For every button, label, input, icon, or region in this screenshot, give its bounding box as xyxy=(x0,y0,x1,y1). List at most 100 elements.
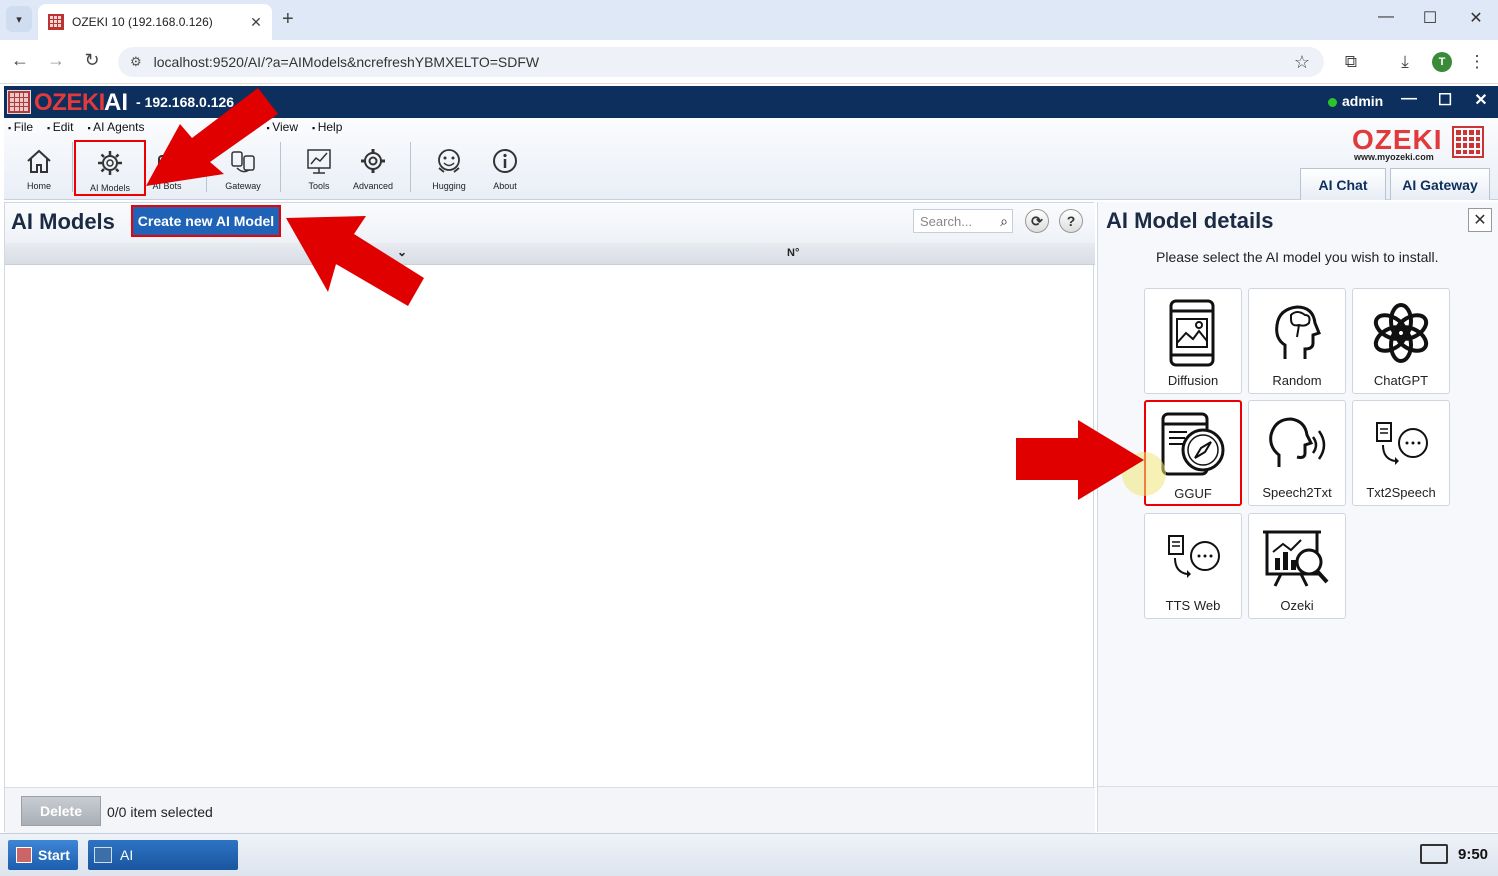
menu-ai-agents[interactable]: AI Agents xyxy=(87,120,144,134)
diffusion-icon xyxy=(1169,299,1215,367)
model-card-random[interactable]: Random xyxy=(1248,288,1346,394)
tab-search-button[interactable]: ▾ xyxy=(6,6,32,32)
model-card-speech2txt[interactable]: Speech2Txt xyxy=(1248,400,1346,506)
about-label: About xyxy=(493,181,517,191)
start-grid-icon xyxy=(16,847,32,863)
txt2speech-icon xyxy=(1376,422,1428,465)
back-icon[interactable]: ← xyxy=(8,50,32,71)
info-icon xyxy=(493,149,517,173)
menu-file[interactable]: File xyxy=(8,120,33,134)
tts-web-icon xyxy=(1168,535,1220,578)
ai-models-footer: Delete 0/0 item selected xyxy=(5,787,1095,833)
ozeki-favicon-icon xyxy=(48,14,64,30)
tab-ai-chat[interactable]: AI Chat xyxy=(1300,168,1386,200)
model-card-ozeki[interactable]: Ozeki xyxy=(1248,513,1346,619)
tools-label: Tools xyxy=(308,181,330,191)
advanced-label: Advanced xyxy=(352,181,394,191)
delete-button[interactable]: Delete xyxy=(21,796,101,826)
tools-chart-icon xyxy=(307,149,331,174)
gguf-compass-icon xyxy=(1161,412,1225,476)
hugging-button[interactable]: Hugging xyxy=(418,140,480,196)
forward-icon[interactable]: → xyxy=(44,50,68,71)
app-maximize-icon[interactable]: ☐ xyxy=(1434,90,1456,110)
ai-models-label: AI Models xyxy=(89,183,131,193)
tab-close-icon[interactable]: ✕ xyxy=(246,14,266,31)
annotation-arrow-create xyxy=(286,216,424,306)
taskbar-ai-item[interactable]: AI xyxy=(88,840,238,870)
close-details-icon[interactable]: ✕ xyxy=(1468,208,1492,232)
user-name[interactable]: admin xyxy=(1342,93,1383,109)
menu-edit[interactable]: Edit xyxy=(47,120,74,134)
ai-window-icon xyxy=(94,847,112,863)
chatgpt-logo-icon xyxy=(1373,303,1429,363)
model-card-diffusion[interactable]: Diffusion xyxy=(1144,288,1242,394)
url-text: localhost:9520/AI/?a=AIModels&ncrefreshY… xyxy=(153,54,540,70)
maximize-icon[interactable]: ☐ xyxy=(1420,8,1440,28)
hugging-label: Hugging xyxy=(432,181,466,191)
about-button[interactable]: About xyxy=(474,140,536,196)
column-number[interactable]: N° xyxy=(787,247,799,259)
ozeki-logo-url: www.myozeki.com xyxy=(1354,152,1434,162)
hugging-face-icon xyxy=(438,149,460,173)
keyboard-icon[interactable] xyxy=(1420,844,1448,864)
profile-avatar[interactable]: T xyxy=(1432,52,1452,72)
card-label: Diffusion xyxy=(1167,373,1219,388)
start-button[interactable]: Start xyxy=(8,840,78,870)
product-name: AI xyxy=(104,89,128,116)
ozeki-grid-icon xyxy=(1452,126,1484,158)
search-icon[interactable]: ⌕ xyxy=(1000,213,1008,230)
download-icon[interactable]: ⤓ xyxy=(1394,52,1416,72)
create-new-ai-model-button[interactable]: Create new AI Model xyxy=(131,205,281,237)
details-footer xyxy=(1098,786,1498,832)
card-label: ChatGPT xyxy=(1373,373,1429,388)
browser-tab[interactable]: OZEKI 10 (192.168.0.126) ✕ xyxy=(38,4,272,40)
home-button[interactable]: Home xyxy=(8,140,70,196)
details-title: AI Model details xyxy=(1106,208,1274,233)
card-label: Speech2Txt xyxy=(1262,485,1332,500)
refresh-icon[interactable]: ⟳ xyxy=(1025,209,1049,233)
app-minimize-icon[interactable]: — xyxy=(1398,90,1420,108)
new-tab-icon[interactable]: + xyxy=(282,8,294,31)
advanced-button[interactable]: Advanced xyxy=(342,140,404,196)
app-close-icon[interactable]: ✕ xyxy=(1470,90,1492,110)
ai-model-details-panel: AI Model details ✕ Please select the AI … xyxy=(1097,202,1498,832)
annotation-arrow-ai-models xyxy=(146,88,278,186)
address-bar: ← → ↻ ⚙ localhost:9520/AI/?a=AIModels&nc… xyxy=(0,40,1498,84)
minimize-icon[interactable]: — xyxy=(1376,8,1396,26)
site-settings-icon[interactable]: ⚙ xyxy=(130,54,142,70)
close-window-icon[interactable]: ✕ xyxy=(1466,8,1486,28)
random-head-icon xyxy=(1275,305,1321,359)
model-card-chatgpt[interactable]: ChatGPT xyxy=(1352,288,1450,394)
search-input[interactable]: Search... ⌕ xyxy=(913,209,1013,233)
toolbar-divider xyxy=(72,142,73,192)
model-card-tts-web[interactable]: TTS Web xyxy=(1144,513,1242,619)
advanced-gear-icon xyxy=(361,149,385,173)
extensions-icon[interactable]: ⧉ xyxy=(1340,52,1362,72)
annotation-arrow-gguf xyxy=(1016,420,1144,500)
menu-help[interactable]: Help xyxy=(312,120,343,134)
tab-ai-gateway[interactable]: AI Gateway xyxy=(1390,168,1490,200)
url-input[interactable]: ⚙ localhost:9520/AI/?a=AIModels&ncrefres… xyxy=(118,47,1324,77)
page-title: AI Models xyxy=(11,209,115,234)
brand-name: OZEKI xyxy=(34,89,105,116)
ozeki-analytics-icon xyxy=(1263,530,1329,587)
card-label: TTS Web xyxy=(1165,598,1221,613)
tools-button[interactable]: Tools xyxy=(288,140,350,196)
search-placeholder: Search... xyxy=(920,213,973,229)
ai-models-header: AI Models Create new AI Model Search... … xyxy=(5,203,1095,243)
home-icon xyxy=(27,149,51,173)
taskbar-ai-label: AI xyxy=(120,847,134,863)
bookmark-star-icon[interactable]: ☆ xyxy=(1294,52,1310,73)
reload-icon[interactable]: ↻ xyxy=(80,50,104,71)
card-label: Random xyxy=(1272,373,1322,388)
browser-menu-icon[interactable]: ⋮ xyxy=(1466,52,1488,72)
help-icon[interactable]: ? xyxy=(1059,209,1083,233)
ai-models-panel: AI Models Create new AI Model Search... … xyxy=(4,202,1095,833)
tab-title: OZEKI 10 (192.168.0.126) xyxy=(72,15,213,29)
home-label: Home xyxy=(26,181,51,191)
start-label: Start xyxy=(38,847,70,863)
card-label: Ozeki xyxy=(1280,598,1314,613)
card-label: Txt2Speech xyxy=(1366,485,1436,500)
toolbar-divider xyxy=(410,142,411,192)
model-card-txt2speech[interactable]: Txt2Speech xyxy=(1352,400,1450,506)
